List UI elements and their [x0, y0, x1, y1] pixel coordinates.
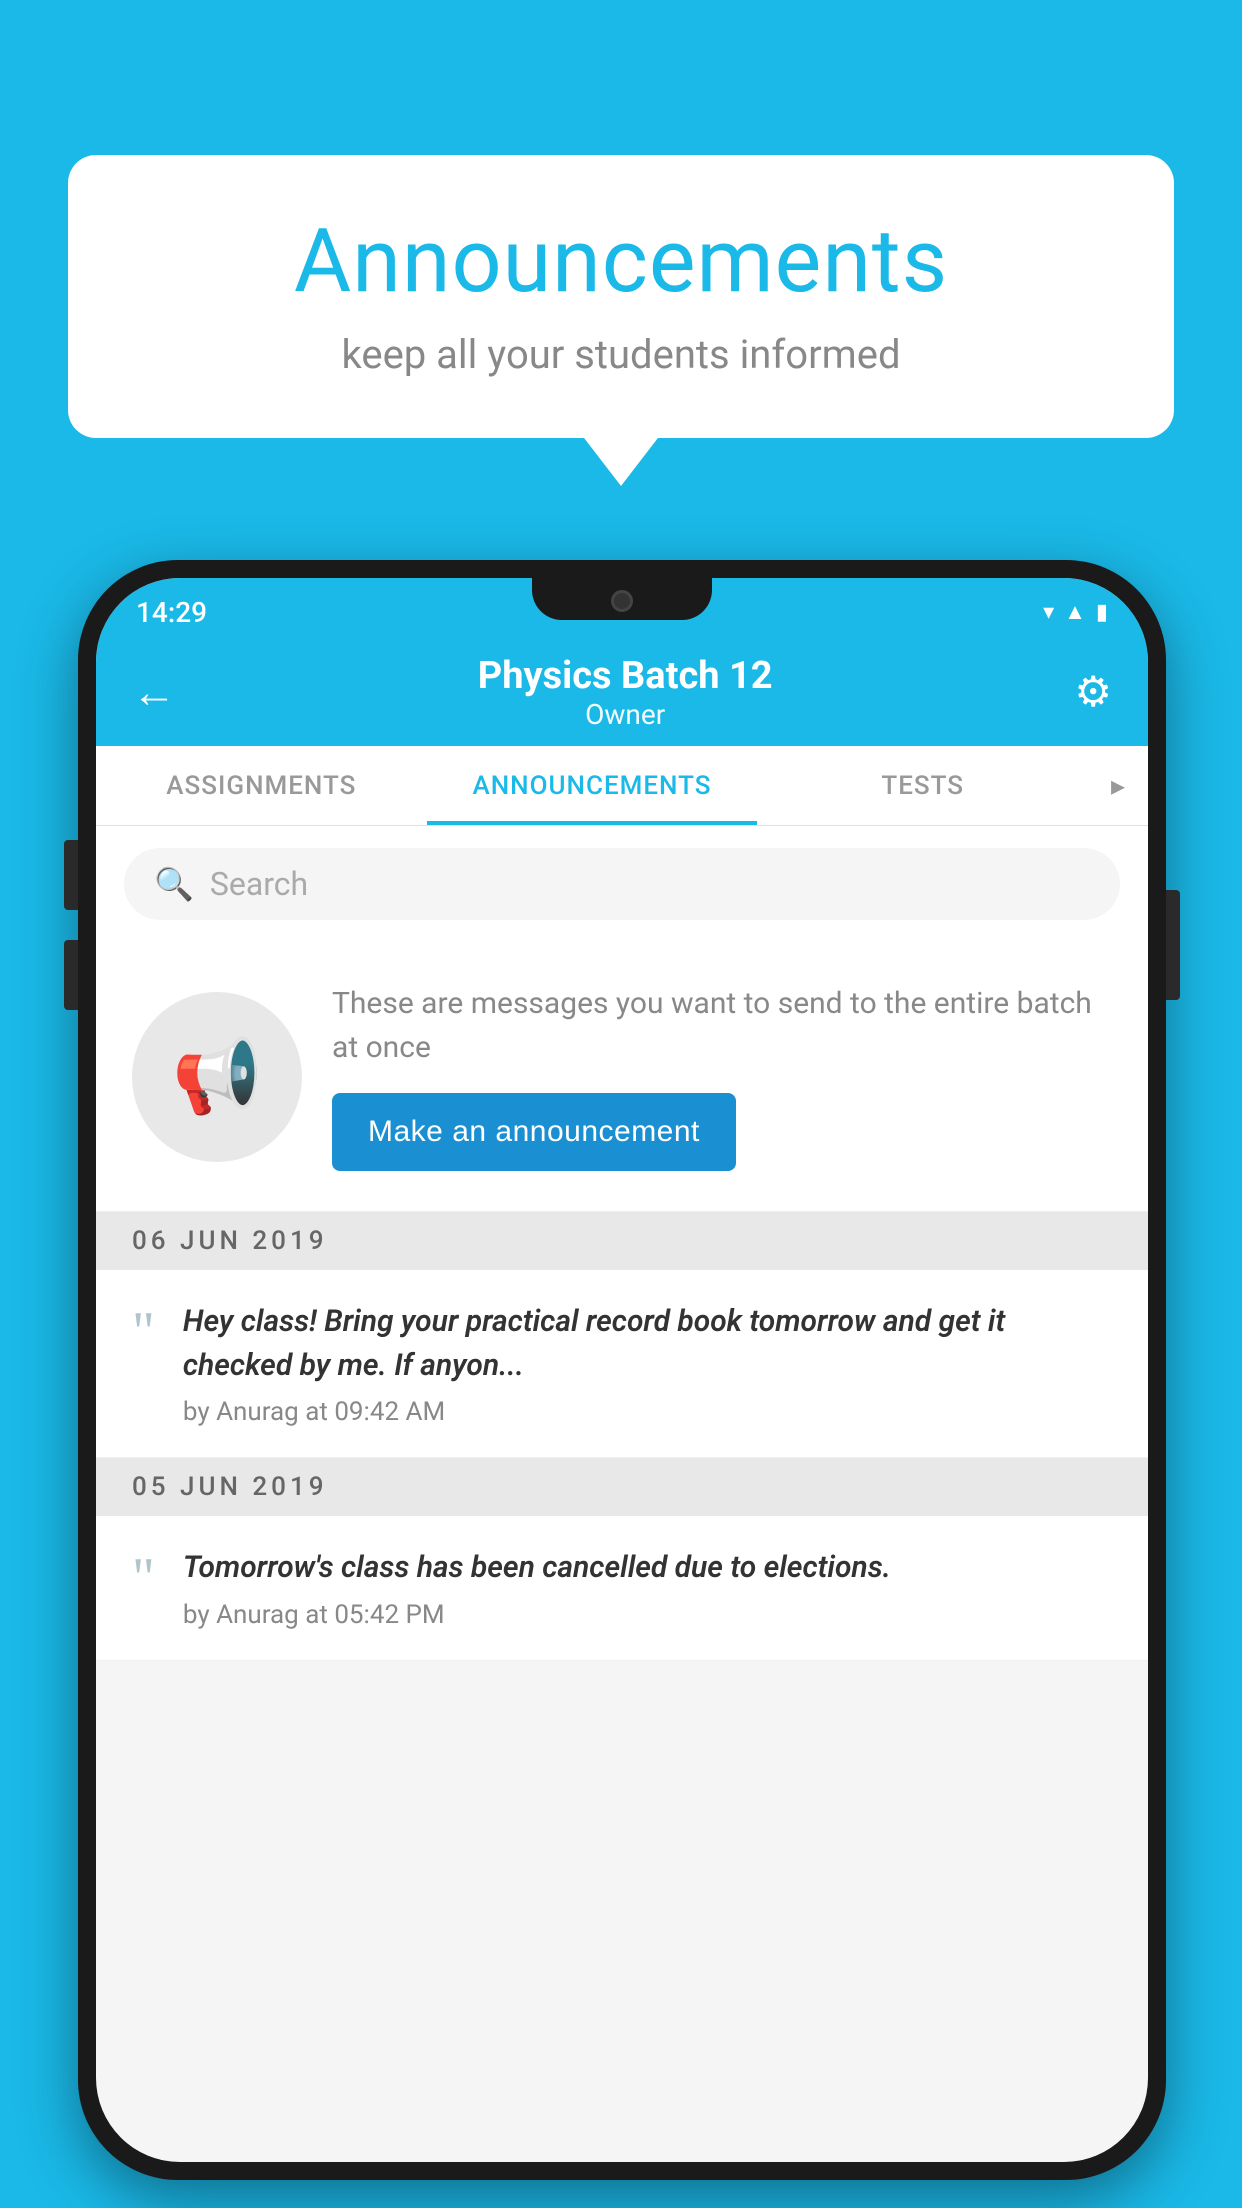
tabs-more-icon[interactable]: ▸ — [1088, 769, 1148, 802]
announcement-text-1: Hey class! Bring your practical record b… — [183, 1300, 1112, 1387]
app-bar: ← Physics Batch 12 Owner ⚙ — [96, 638, 1148, 746]
promo-card: 📢 These are messages you want to send to… — [96, 942, 1148, 1212]
app-bar-subtitle: Owner — [478, 698, 773, 731]
phone-notch — [532, 578, 712, 620]
tab-announcements[interactable]: ANNOUNCEMENTS — [427, 746, 758, 825]
megaphone-icon: 📢 — [172, 1034, 262, 1119]
quote-icon-2: " — [132, 1550, 155, 1606]
speech-bubble: Announcements keep all your students inf… — [68, 155, 1174, 438]
battery-icon: ▮ — [1096, 600, 1108, 625]
tab-assignments[interactable]: ASSIGNMENTS — [96, 746, 427, 825]
promo-description: These are messages you want to send to t… — [332, 982, 1112, 1069]
front-camera — [611, 590, 633, 612]
announcement-content-1: Hey class! Bring your practical record b… — [183, 1300, 1112, 1427]
tab-tests[interactable]: TESTS — [757, 746, 1088, 825]
promo-icon-circle: 📢 — [132, 992, 302, 1162]
date-separator-1: 06 JUN 2019 — [96, 1212, 1148, 1270]
quote-icon-1: " — [132, 1304, 155, 1360]
date-separator-2: 05 JUN 2019 — [96, 1458, 1148, 1516]
settings-icon[interactable]: ⚙ — [1074, 667, 1112, 717]
promo-content: These are messages you want to send to t… — [332, 982, 1112, 1171]
tabs-bar: ASSIGNMENTS ANNOUNCEMENTS TESTS ▸ — [96, 746, 1148, 826]
announcement-content-2: Tomorrow's class has been cancelled due … — [183, 1546, 1112, 1630]
announcement-text-2: Tomorrow's class has been cancelled due … — [183, 1546, 1112, 1590]
speech-bubble-container: Announcements keep all your students inf… — [68, 155, 1174, 438]
announcement-item-2[interactable]: " Tomorrow's class has been cancelled du… — [96, 1516, 1148, 1661]
status-time: 14:29 — [136, 596, 207, 629]
bubble-subtitle: keep all your students informed — [128, 331, 1114, 378]
volume-down-button — [64, 940, 78, 1010]
signal-icon: ▲ — [1064, 599, 1086, 625]
app-bar-title: Physics Batch 12 — [478, 654, 773, 698]
bubble-title: Announcements — [128, 210, 1114, 313]
search-bar-container: 🔍 Search — [96, 826, 1148, 942]
phone-frame: 14:29 ▾ ▲ ▮ ← Physics Batch 12 Owner ⚙ A… — [78, 560, 1166, 2180]
announcement-item-1[interactable]: " Hey class! Bring your practical record… — [96, 1270, 1148, 1458]
back-button[interactable]: ← — [132, 666, 176, 718]
phone-screen: 14:29 ▾ ▲ ▮ ← Physics Batch 12 Owner ⚙ A… — [96, 578, 1148, 2162]
search-bar[interactable]: 🔍 Search — [124, 848, 1120, 920]
app-bar-title-group: Physics Batch 12 Owner — [478, 654, 773, 731]
volume-up-button — [64, 840, 78, 910]
power-button — [1166, 890, 1180, 1000]
announcement-meta-2: by Anurag at 05:42 PM — [183, 1600, 1112, 1630]
search-input[interactable]: Search — [210, 865, 308, 903]
search-icon: 🔍 — [154, 865, 194, 903]
status-icons: ▾ ▲ ▮ — [1043, 599, 1108, 625]
make-announcement-button[interactable]: Make an announcement — [332, 1093, 736, 1171]
announcement-meta-1: by Anurag at 09:42 AM — [183, 1397, 1112, 1427]
wifi-icon: ▾ — [1043, 600, 1054, 625]
